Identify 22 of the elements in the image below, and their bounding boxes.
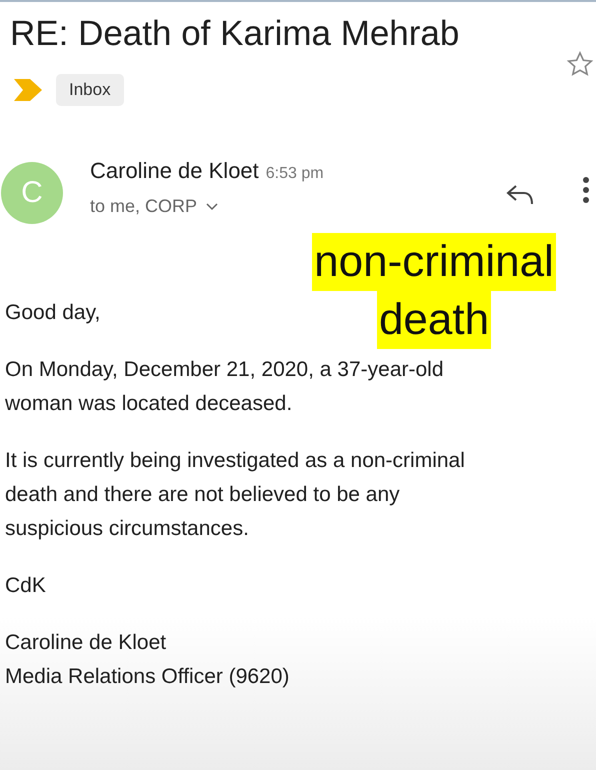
body-text: CdK	[5, 573, 46, 599]
inbox-label[interactable]: Inbox	[56, 74, 124, 106]
email-subject: RE: Death of Karima Mehrab	[10, 13, 460, 55]
sent-time: 6:53 pm	[266, 165, 324, 183]
body-text: On Monday, December 21, 2020, a 37-year-old	[5, 357, 444, 383]
importance-marker-icon	[14, 79, 42, 101]
sender-name: Caroline de Kloet	[90, 158, 259, 184]
recipients-toggle[interactable]: to me, CORP	[90, 196, 218, 217]
reply-icon[interactable]	[506, 184, 536, 206]
highlighted-caption: death	[376, 291, 492, 349]
body-text: death and there are not believed to be any	[5, 482, 400, 508]
body-text: suspicious circumstances.	[5, 516, 249, 542]
body-text: It is currently being investigated as a non-criminal	[5, 448, 465, 474]
body-text: Good day,	[5, 300, 100, 326]
sender-avatar: C	[1, 162, 63, 224]
body-text: Caroline de Kloet	[5, 630, 166, 656]
more-options-icon[interactable]	[582, 176, 590, 204]
star-icon[interactable]	[566, 50, 594, 78]
body-text: Media Relations Officer (9620)	[5, 664, 290, 690]
highlighted-caption: non-criminal	[312, 233, 556, 291]
body-text: woman was located deceased.	[5, 391, 292, 417]
chevron-down-icon	[206, 202, 218, 210]
